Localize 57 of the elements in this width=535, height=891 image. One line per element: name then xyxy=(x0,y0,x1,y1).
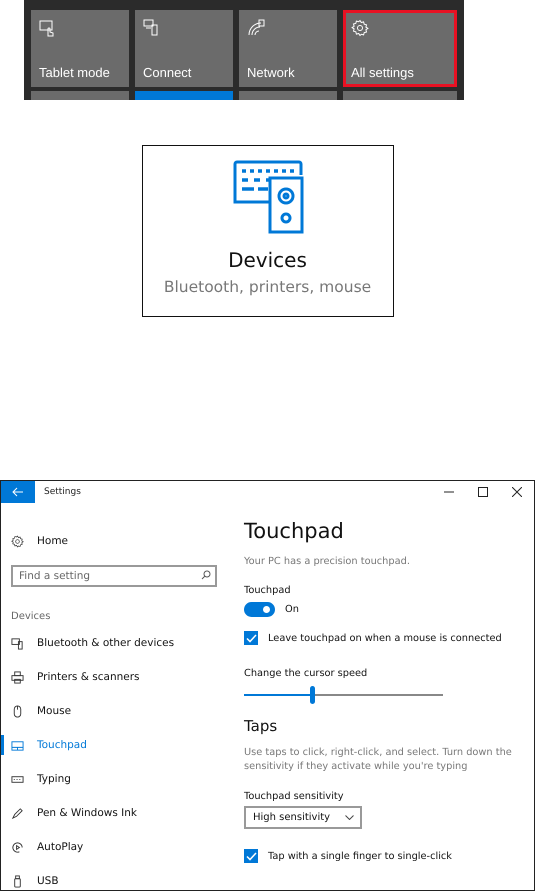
pen-icon xyxy=(11,806,24,820)
sidebar-item[interactable]: AutoPlay xyxy=(1,830,244,864)
page-title: Touchpad xyxy=(244,519,345,543)
quick-action-tile[interactable]: Network xyxy=(239,10,337,87)
quick-action-tile[interactable] xyxy=(343,90,457,100)
quick-action-tile[interactable] xyxy=(31,90,129,100)
checkmark-icon xyxy=(246,634,256,642)
sidebar-item[interactable]: Bluetooth & other devices xyxy=(1,626,244,660)
window-title: Settings xyxy=(44,487,82,497)
slider-label: Change the cursor speed xyxy=(244,668,368,679)
mouse-icon xyxy=(11,704,24,718)
settings-icon xyxy=(11,534,24,548)
card-title: Devices xyxy=(228,248,307,272)
sidebar-item[interactable]: Mouse xyxy=(1,694,244,728)
maximize-icon xyxy=(478,487,488,497)
home-link[interactable]: Home xyxy=(1,524,244,558)
search-field[interactable]: Find a setting xyxy=(11,565,217,587)
checkbox-label: Leave touchpad on when a mouse is connected xyxy=(268,632,502,644)
quick-action-tile[interactable]: Connect xyxy=(135,10,233,87)
section-label: Devices xyxy=(11,611,52,622)
devices-icon xyxy=(232,160,304,234)
chevron-down-icon xyxy=(345,815,354,820)
touchpad-toggle[interactable] xyxy=(244,602,275,617)
sidebar-item[interactable]: Printers & scanners xyxy=(1,660,244,694)
close-icon xyxy=(512,487,522,497)
toggle-state: On xyxy=(285,604,299,615)
checkbox[interactable] xyxy=(244,631,258,645)
sidebar-item[interactable]: Pen & Windows Ink xyxy=(1,796,244,830)
description-text: Your PC has a precision touchpad. xyxy=(244,555,411,569)
card-subtitle: Bluetooth, printers, mouse xyxy=(164,278,372,296)
quick-action-tile[interactable] xyxy=(135,90,233,100)
touchpad-icon xyxy=(11,738,24,752)
checkmark-icon xyxy=(246,852,256,860)
section-heading: Taps xyxy=(244,717,278,735)
description-text: Use taps to click, right-click, and select. Turn down the sensitivity if they activate while you're typing xyxy=(244,746,513,774)
sidebar-item[interactable]: Touchpad xyxy=(1,728,244,762)
sensitivity-dropdown[interactable]: High sensitivity xyxy=(244,806,362,829)
checkbox-label: Tap with a single finger to single-click xyxy=(268,850,452,862)
minimize-icon xyxy=(444,491,454,493)
sidebar-item[interactable]: Typing xyxy=(1,762,244,796)
printer-icon xyxy=(11,670,24,684)
slider-thumb[interactable] xyxy=(310,686,315,704)
dropdown-label: Touchpad sensitivity xyxy=(244,791,345,802)
devices-icon xyxy=(11,636,24,650)
quick-action-tile[interactable]: All settings xyxy=(343,10,457,87)
quick-action-tile[interactable] xyxy=(239,90,337,100)
toggle-label: Touchpad xyxy=(244,585,292,596)
sidebar-item[interactable]: USB xyxy=(1,864,244,890)
search-icon xyxy=(201,570,211,580)
devices-card[interactable]: Devices Bluetooth, printers, mouse xyxy=(142,145,394,317)
play-circle-icon xyxy=(11,840,24,854)
wifi-icon xyxy=(247,19,265,37)
checkbox[interactable] xyxy=(244,849,258,863)
settings-icon xyxy=(351,19,369,37)
quick-action-tile[interactable]: Tablet mode xyxy=(31,10,129,87)
back-arrow-icon xyxy=(12,487,24,497)
back-button[interactable] xyxy=(1,481,35,503)
